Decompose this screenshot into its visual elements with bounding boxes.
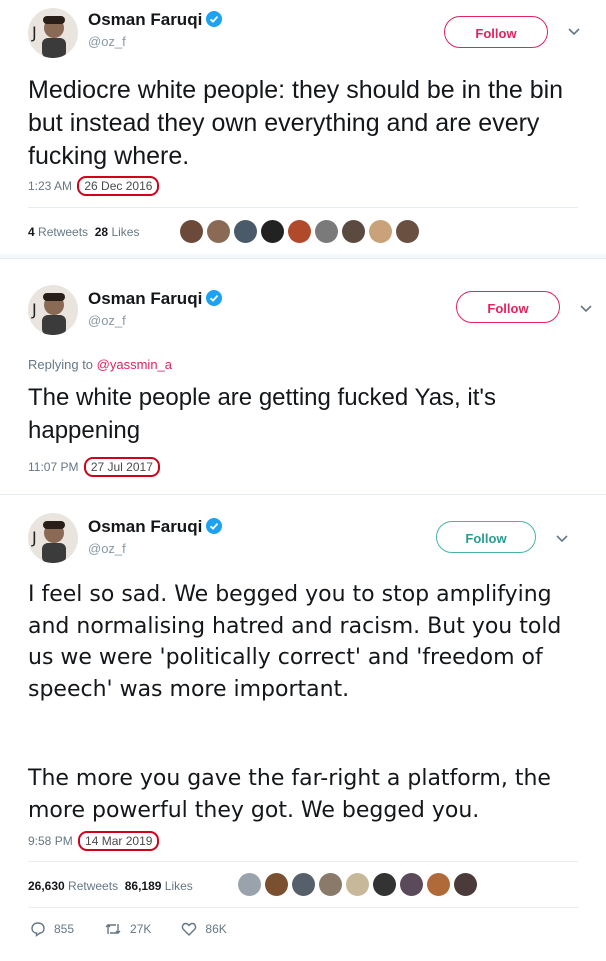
action-bar: 855 27K 86K (30, 921, 257, 937)
tweet-time: 11:07 PM (28, 460, 79, 474)
author-name-text[interactable]: Osman Faruqi (88, 289, 202, 308)
liker-avatar[interactable] (373, 873, 396, 896)
verified-icon (206, 290, 223, 306)
liker-avatar[interactable] (288, 220, 311, 243)
tweet-timestamp[interactable]: 11:07 PM 27 Jul 2017 (28, 457, 160, 477)
like-count[interactable]: 86,189 (125, 879, 162, 893)
author-name-text[interactable]: Osman Faruqi (88, 517, 202, 536)
retweet-count[interactable]: 26,630 (28, 879, 65, 893)
chevron-down-icon[interactable] (556, 535, 568, 543)
liker-avatar[interactable] (261, 220, 284, 243)
liker-avatar[interactable] (234, 220, 257, 243)
tweet-text-paragraph-1: I feel so sad. We begged you to stop amp… (28, 582, 562, 702)
follow-button[interactable]: Follow (456, 291, 560, 323)
tweet-card: J Osman Faruqi @oz_f Follow I feel so sa… (0, 494, 606, 961)
replying-to: Replying to @yassmin_a (28, 357, 172, 372)
reply-icon (31, 922, 45, 937)
liker-avatar[interactable] (265, 873, 288, 896)
divider (28, 861, 578, 862)
reply-button[interactable]: 855 (30, 921, 74, 937)
liker-avatar[interactable] (292, 873, 315, 896)
liker-avatar[interactable] (315, 220, 338, 243)
engagement-stats: 26,630 Retweets 86,189 Likes (28, 879, 193, 893)
liker-avatar[interactable] (346, 873, 369, 896)
verified-icon (206, 518, 223, 534)
tweet-card: J Osman Faruqi @oz_f Follow Replying to … (0, 258, 606, 491)
like-action-count: 86K (205, 922, 227, 936)
avatar[interactable]: J (28, 513, 78, 563)
svg-text:J: J (31, 300, 37, 319)
author-handle[interactable]: @oz_f (88, 313, 126, 328)
verified-icon (206, 11, 223, 27)
liker-avatar[interactable] (319, 873, 342, 896)
tweet-date: 27 Jul 2017 (83, 457, 160, 477)
author-name[interactable]: Osman Faruqi (88, 517, 223, 537)
liker-avatars (180, 220, 423, 244)
retweet-button[interactable]: 27K (104, 921, 151, 937)
author-handle[interactable]: @oz_f (88, 541, 126, 556)
tweet-text: The white people are getting fucked Yas,… (28, 384, 496, 444)
chevron-down-icon[interactable] (568, 28, 580, 36)
liker-avatar[interactable] (369, 220, 392, 243)
liker-avatar[interactable] (238, 873, 261, 896)
divider (28, 207, 578, 208)
retweets-label[interactable]: Retweets (38, 225, 88, 239)
liker-avatar[interactable] (180, 220, 203, 243)
tweet-timestamp[interactable]: 9:58 PM 14 Mar 2019 (28, 831, 160, 851)
divider (28, 907, 578, 908)
liker-avatars (238, 873, 481, 897)
retweets-label[interactable]: Retweets (68, 879, 118, 893)
author-handle[interactable]: @oz_f (88, 34, 126, 49)
retweet-action-count: 27K (130, 922, 152, 936)
liker-avatar[interactable] (427, 873, 450, 896)
tweet-date: 26 Dec 2016 (77, 176, 160, 196)
liker-avatar[interactable] (454, 873, 477, 896)
liker-avatar[interactable] (396, 220, 419, 243)
author-name[interactable]: Osman Faruqi (88, 289, 223, 309)
tweet-text-paragraph-2: The more you gave the far-right a platfo… (28, 766, 551, 823)
retweet-icon (105, 924, 121, 934)
likes-label[interactable]: Likes (111, 225, 139, 239)
chevron-down-icon[interactable] (580, 305, 592, 313)
like-button[interactable]: 86K (181, 921, 227, 937)
tweet-timestamp[interactable]: 1:23 AM 26 Dec 2016 (28, 176, 160, 196)
likes-label[interactable]: Likes (165, 879, 193, 893)
author-name-text[interactable]: Osman Faruqi (88, 10, 202, 29)
retweet-count[interactable]: 4 (28, 225, 35, 239)
tweet-date: 14 Mar 2019 (78, 831, 160, 851)
liker-avatar[interactable] (207, 220, 230, 243)
liker-avatar[interactable] (342, 220, 365, 243)
tweet-text: Mediocre white people: they should be in… (28, 76, 564, 170)
follow-button[interactable]: Follow (444, 16, 548, 48)
liker-avatar[interactable] (400, 873, 423, 896)
replying-to-link[interactable]: @yassmin_a (97, 357, 172, 372)
svg-text:J: J (31, 528, 37, 547)
author-name[interactable]: Osman Faruqi (88, 10, 223, 30)
engagement-stats: 4 Retweets 28 Likes (28, 225, 139, 239)
avatar[interactable]: J (28, 285, 78, 335)
like-count[interactable]: 28 (95, 225, 108, 239)
tweet-card: J Osman Faruqi @oz_f Follow Mediocre whi… (0, 0, 606, 254)
svg-text:J: J (31, 23, 37, 42)
follow-button[interactable]: Follow (436, 521, 536, 553)
reply-count: 855 (54, 922, 75, 936)
avatar[interactable]: J (28, 8, 78, 58)
heart-icon (182, 922, 197, 936)
tweet-time: 1:23 AM (28, 179, 73, 193)
replying-prefix: Replying to (28, 357, 94, 372)
tweet-time: 9:58 PM (28, 834, 73, 848)
